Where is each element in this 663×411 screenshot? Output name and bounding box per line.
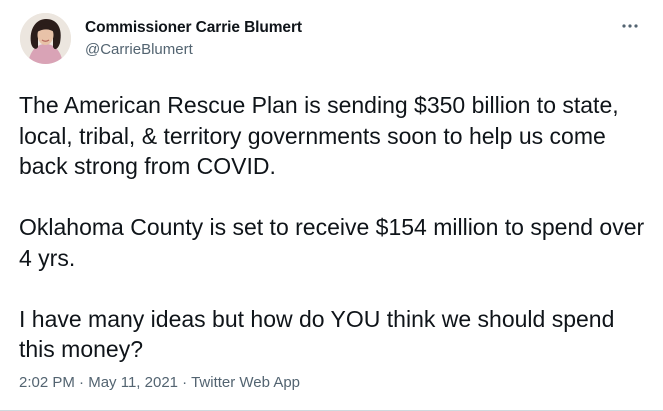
tweet-card: Commissioner Carrie Blumert @CarrieBlume… xyxy=(0,0,663,411)
tweet-paragraph: Oklahoma County is set to receive $154 m… xyxy=(19,214,645,271)
tweet-paragraph: The American Rescue Plan is sending $350… xyxy=(19,92,619,179)
tweet-timestamp-date[interactable]: May 11, 2021 xyxy=(88,374,178,391)
author-display-name[interactable]: Commissioner Carrie Blumert xyxy=(85,19,302,37)
author-handle[interactable]: @CarrieBlumert xyxy=(85,41,193,58)
more-options-button[interactable] xyxy=(617,16,643,36)
more-horizontal-icon xyxy=(622,24,638,28)
avatar[interactable] xyxy=(20,13,71,64)
profile-photo-icon xyxy=(20,13,71,64)
tweet-source[interactable]: Twitter Web App xyxy=(191,374,300,391)
tweet-metadata: 2:02 PM · May 11, 2021 · Twitter Web App xyxy=(19,374,300,391)
meta-separator: · xyxy=(74,374,89,391)
tweet-timestamp-time[interactable]: 2:02 PM xyxy=(19,374,75,391)
tweet-paragraph: I have many ideas but how do YOU think w… xyxy=(19,305,615,363)
tweet-text: The American Rescue Plan is sending $350… xyxy=(19,90,649,365)
meta-separator: · xyxy=(178,374,192,391)
